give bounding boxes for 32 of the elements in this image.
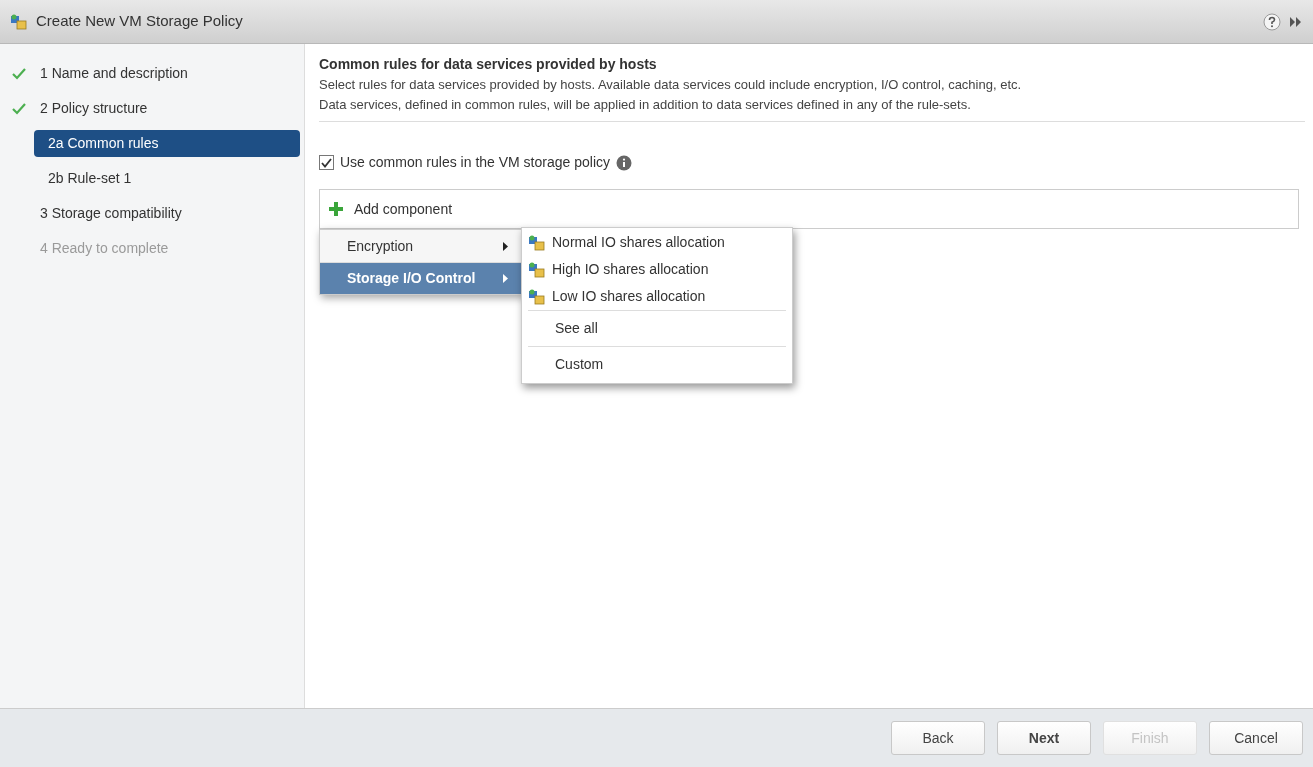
submenu-arrow-icon — [503, 241, 508, 251]
wizard-button[interactable]: Back — [891, 721, 985, 755]
wizard-step[interactable]: 1 Name and description — [34, 60, 300, 87]
wizard-step[interactable]: 3 Storage compatibility — [34, 200, 300, 227]
submenu-item[interactable]: Low IO shares allocation — [528, 283, 786, 310]
submenu-item[interactable]: High IO shares allocation — [528, 256, 786, 283]
submenu-arrow-icon — [503, 274, 508, 283]
plus-icon — [328, 201, 344, 217]
add-component-bar[interactable]: Add component — [319, 189, 1299, 229]
policy-icon — [528, 234, 546, 251]
policy-icon — [528, 261, 546, 278]
submenu-item[interactable]: See all — [528, 310, 786, 346]
info-icon[interactable] — [616, 154, 632, 171]
submenu-item[interactable]: Custom — [528, 346, 786, 382]
menu-item[interactable]: Storage I/O Control — [320, 262, 522, 294]
checkbox[interactable] — [319, 155, 334, 170]
description-text: Data services, defined in common rules, will be applied in addition to data services defined in any of the rule-sets. — [319, 96, 972, 114]
expand-icon[interactable] — [1289, 15, 1303, 28]
section-heading: Common rules for data services provided by hosts — [319, 55, 658, 74]
wizard-step[interactable]: 2b Rule-set 1 — [34, 165, 300, 192]
policy-icon — [10, 13, 28, 30]
submenu-item[interactable]: Normal IO shares allocation — [528, 229, 786, 256]
description-text: Select rules for data services provided by hosts. Available data services could include encryption, I/O control, caching, etc. — [319, 76, 1023, 94]
wizard-button[interactable]: Cancel — [1209, 721, 1303, 755]
wizard-button[interactable]: Next — [997, 721, 1091, 755]
window-title: Create New VM Storage Policy — [36, 11, 243, 32]
help-icon[interactable] — [1263, 12, 1281, 31]
wizard-step[interactable]: 2a Common rules — [34, 130, 300, 157]
checkbox-label: Use common rules in the VM storage policy — [340, 153, 610, 172]
policy-icon — [528, 288, 546, 305]
wizard-step[interactable]: 2 Policy structure — [34, 95, 300, 122]
menu-item[interactable]: Encryption — [320, 230, 522, 262]
